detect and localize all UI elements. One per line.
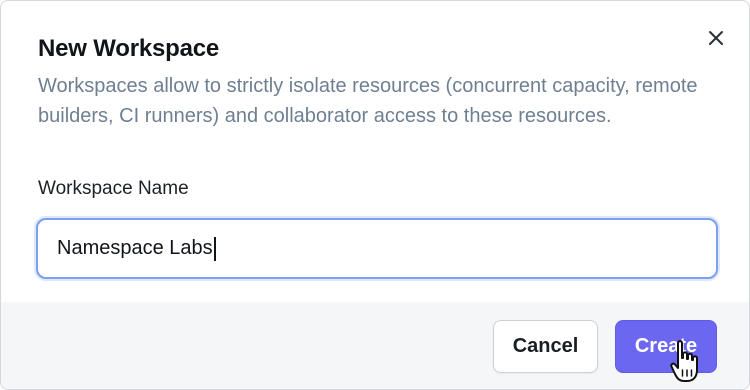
close-icon	[709, 31, 723, 45]
dialog-footer: Cancel Create	[1, 302, 749, 389]
cancel-button[interactable]: Cancel	[493, 320, 598, 373]
new-workspace-dialog: New Workspace Workspaces allow to strict…	[0, 0, 750, 390]
dialog-title: New Workspace	[38, 35, 220, 62]
create-button[interactable]: Create	[615, 320, 717, 373]
workspace-name-input[interactable]: Namespace Labs	[36, 218, 718, 279]
close-button[interactable]	[704, 26, 728, 50]
workspace-name-label: Workspace Name	[38, 178, 189, 199]
text-caret	[213, 236, 216, 261]
dialog-description: Workspaces allow to strictly isolate res…	[38, 75, 698, 127]
workspace-name-value: Namespace Labs	[57, 237, 213, 259]
